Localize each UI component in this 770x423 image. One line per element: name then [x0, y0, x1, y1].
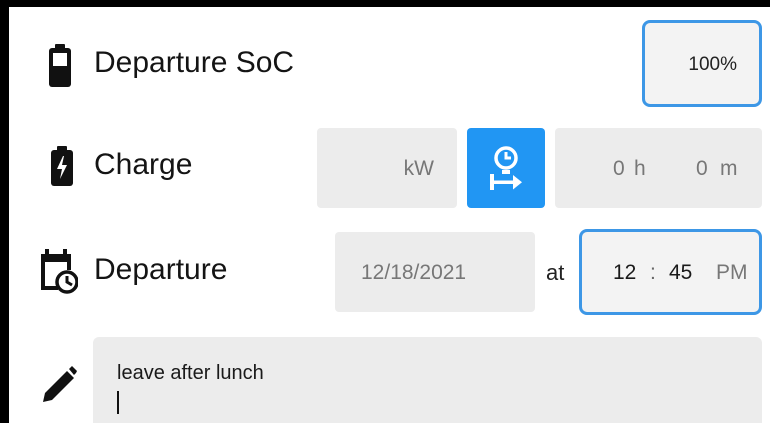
departure-hour-value: 12: [613, 261, 637, 284]
charge-hours-value: 0: [613, 157, 625, 180]
departure-soc-input[interactable]: 100%: [642, 20, 762, 107]
window-frame-left: [0, 0, 9, 423]
departure-soc-value: 100%: [688, 54, 737, 75]
charge-label: Charge: [94, 148, 193, 181]
departure-time-input[interactable]: 12 : 45 PM: [579, 229, 762, 315]
charge-hours-unit: h: [634, 157, 646, 180]
charge-mode-button[interactable]: [467, 128, 545, 208]
charge-duration-input[interactable]: 0 h 0 m: [555, 128, 762, 208]
pencil-icon: [43, 366, 77, 402]
calendar-clock-icon: [41, 249, 78, 294]
charge-power-unit: kW: [403, 157, 434, 180]
departure-date-value: 12/18/2021: [361, 261, 467, 284]
departure-meridiem-value: PM: [716, 261, 748, 284]
departure-at-label: at: [546, 260, 565, 285]
departure-date-input[interactable]: 12/18/2021: [335, 232, 535, 312]
departure-minute-value: 45: [669, 261, 693, 284]
departure-time-separator: :: [650, 261, 656, 284]
charge-minutes-value: 0: [696, 157, 708, 180]
notes-text: leave after lunch: [117, 362, 264, 384]
departure-soc-label: Departure SoC: [94, 46, 295, 79]
charge-power-input[interactable]: kW: [317, 128, 457, 208]
text-cursor: [117, 391, 119, 414]
notes-textarea[interactable]: leave after lunch: [93, 337, 762, 423]
battery-full-icon: [49, 44, 71, 87]
battery-charging-icon: [51, 146, 73, 186]
departure-label: Departure: [94, 253, 228, 286]
window-frame-top: [0, 0, 770, 7]
charge-minutes-unit: m: [720, 157, 738, 180]
timer-arrow-icon: [490, 146, 522, 190]
